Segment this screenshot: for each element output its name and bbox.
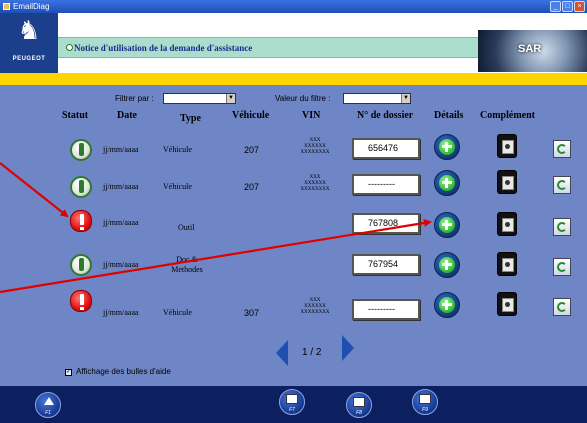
col-dossier: N° de dossier [357, 110, 414, 121]
sar-logo: SAR [478, 30, 587, 72]
complement-attachment-icon[interactable] [497, 170, 517, 194]
notice-link[interactable]: Notice d'utilisation de la demande d'ass… [74, 43, 252, 53]
recycle-icon[interactable] [553, 258, 571, 276]
info-status-icon [70, 176, 92, 198]
chevron-down-icon[interactable]: ▼ [226, 94, 235, 103]
row-type: Outil [178, 223, 195, 232]
monitor-icon [419, 394, 431, 404]
complement-attachment-icon[interactable] [497, 134, 517, 158]
row-type: Véhicule [163, 308, 192, 317]
up-arrow-icon [44, 397, 54, 405]
filter-by-select[interactable]: ▼ [163, 93, 236, 104]
document-icon [286, 394, 298, 404]
row-date: jj/mm/aaaa [103, 260, 139, 269]
dossier-field[interactable]: 767954 [352, 254, 420, 275]
accent-bar [0, 73, 587, 85]
recycle-icon[interactable] [553, 218, 571, 236]
row-date: jj/mm/aaaa [103, 218, 139, 227]
col-vin: VIN [302, 110, 321, 121]
row-date: jj/mm/aaaa [103, 182, 139, 191]
fkey-label: F7 [289, 407, 295, 413]
row-vehicle: 207 [244, 145, 260, 155]
complement-attachment-icon[interactable] [497, 252, 517, 276]
fkey-label: F8 [356, 410, 362, 416]
peugeot-logo: ♞ PEUGEOT [0, 13, 58, 73]
row-type: Véhicule [163, 182, 192, 191]
bubble-help-label: Affichage des bulles d'aide [76, 367, 171, 376]
recycle-icon[interactable] [553, 298, 571, 316]
row-vehicle: 307 [244, 308, 260, 318]
complement-attachment-icon[interactable] [497, 292, 517, 316]
row-vin: XXX XXXXXX XXXXXXXX [300, 175, 330, 192]
page-indicator: 1 / 2 [302, 347, 322, 358]
error-status-icon [70, 290, 92, 312]
row-vin: XXX XXXXXX XXXXXXXX [300, 298, 330, 315]
maximize-button[interactable]: □ [562, 1, 573, 12]
sar-logo-text: SAR [518, 43, 542, 55]
details-plus-button[interactable] [434, 292, 460, 318]
home-button[interactable]: F1 [35, 392, 61, 418]
chevron-down-icon[interactable]: ▼ [401, 94, 410, 103]
window-controls: _ □ × [550, 1, 585, 12]
window-title: EmailDiag [13, 2, 50, 11]
col-details: Détails [434, 110, 464, 121]
dossier-field[interactable]: 656476 [352, 138, 420, 159]
dossier-field[interactable]: --------- [352, 299, 420, 320]
app-icon [3, 3, 10, 10]
row-vehicle: 207 [244, 182, 260, 192]
next-page-button[interactable] [342, 335, 354, 361]
notice-banner[interactable]: Notice d'utilisation de la demande d'ass… [58, 37, 478, 58]
row-type: Doc & Methodes [171, 255, 203, 274]
info-status-icon [70, 139, 92, 161]
previous-page-button[interactable] [276, 340, 288, 366]
row-type: Véhicule [163, 145, 192, 154]
fkey-label: F1 [45, 410, 51, 416]
filter-value-label: Valeur du filtre : [275, 94, 331, 103]
dossier-field[interactable]: --------- [352, 174, 420, 195]
brand-label: PEUGEOT [12, 56, 46, 62]
col-vehicule: Véhicule [232, 110, 270, 121]
details-plus-button[interactable] [434, 212, 460, 238]
error-status-icon [70, 210, 92, 232]
printer-icon [353, 397, 365, 407]
col-complement: Complément [480, 110, 535, 121]
col-type: Type [180, 113, 201, 124]
search-button[interactable]: F9 [412, 389, 438, 415]
recycle-icon[interactable] [553, 176, 571, 194]
print-button[interactable]: F8 [346, 392, 372, 418]
details-plus-button[interactable] [434, 252, 460, 278]
fkey-label: F9 [422, 407, 428, 413]
row-vin: XXX XXXXXX XXXXXXXX [300, 138, 330, 155]
minimize-button[interactable]: _ [550, 1, 561, 12]
close-button[interactable]: × [574, 1, 585, 12]
complement-attachment-icon[interactable] [497, 212, 517, 236]
bottom-toolbar: F1 F7 F8 F9 [0, 386, 587, 423]
details-plus-button[interactable] [434, 170, 460, 196]
row-date: jj/mm/aaaa [103, 145, 139, 154]
info-icon [66, 44, 73, 51]
arrow-right-icon [342, 335, 354, 361]
window-titlebar: EmailDiag _ □ × [0, 0, 587, 13]
lion-icon: ♞ [17, 15, 41, 45]
arrow-left-icon [276, 340, 288, 366]
filter-value-select[interactable]: ▼ [343, 93, 411, 104]
info-status-icon [70, 254, 92, 276]
recycle-icon[interactable] [553, 140, 571, 158]
col-date: Date [117, 110, 137, 121]
filter-by-label: Filtrer par : [115, 94, 154, 103]
table-row: jj/mm/aaaa Véhicule 307 XXX XXXXXX XXXXXXX… [0, 284, 587, 330]
bubble-help-checkbox[interactable]: ✓ [65, 369, 72, 376]
row-date: jj/mm/aaaa [103, 308, 139, 317]
new-request-button[interactable]: F7 [279, 389, 305, 415]
dossier-field[interactable]: 767808 [352, 213, 420, 234]
col-statut: Statut [62, 110, 89, 121]
details-plus-button[interactable] [434, 134, 460, 160]
